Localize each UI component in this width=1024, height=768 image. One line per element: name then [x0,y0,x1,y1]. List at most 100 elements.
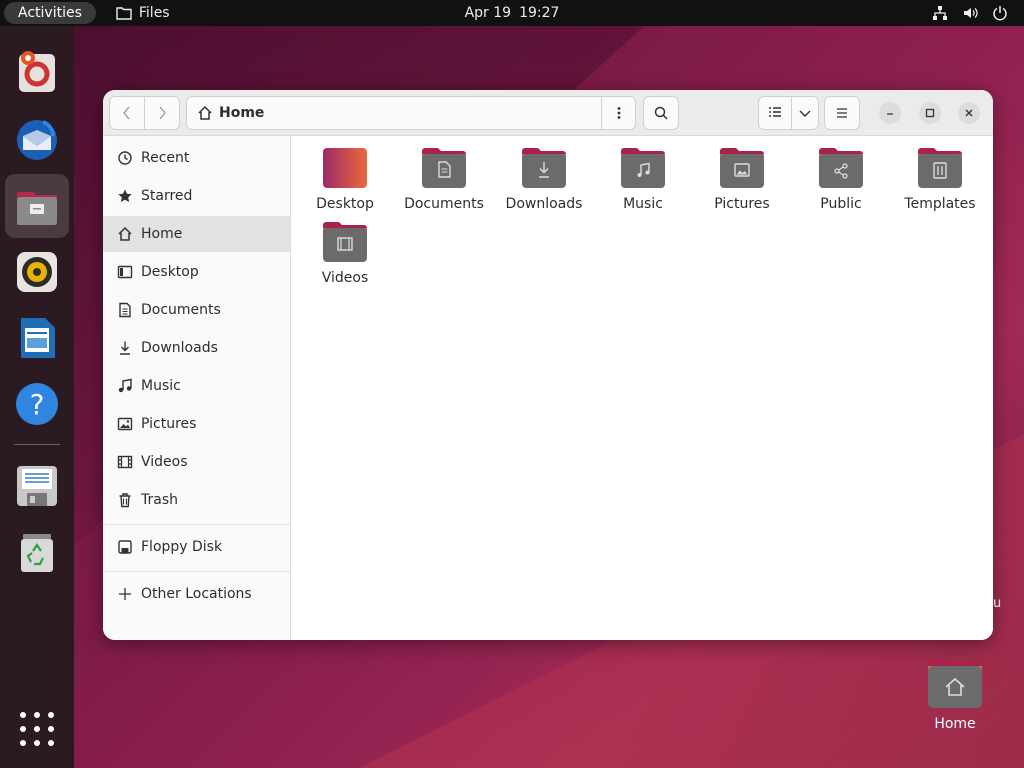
sidebar-item-label: Home [141,226,183,242]
file-item-music[interactable]: Music [595,146,691,218]
trash-icon [21,534,53,572]
file-name: Templates [904,196,976,212]
chevron-down-icon [799,110,811,117]
pictures-folder-icon [720,148,764,188]
chevron-right-icon [159,106,166,120]
sidebar-separator [103,571,290,572]
dock-separator [14,444,60,445]
video-icon [117,455,133,469]
file-name: Pictures [714,196,770,212]
path-menu-button[interactable] [601,97,635,129]
templates-folder-icon [918,148,962,188]
show-apps-button[interactable] [20,712,54,746]
sidebar-item-floppy-disk[interactable]: Floppy Disk [103,529,290,565]
minimize-button[interactable] [879,102,901,124]
dock-floppy-disk[interactable] [5,454,69,518]
maximize-button[interactable] [919,102,941,124]
files-icon [17,192,57,225]
sidebar-item-label: Downloads [141,340,218,356]
public-folder-icon [819,148,863,188]
power-icon [993,6,1007,21]
desktop-icon [117,265,133,279]
network-icon [933,6,947,20]
system-tray[interactable] [932,5,1008,21]
clock[interactable]: Apr 19 19:27 [465,5,560,21]
sidebar-item-starred[interactable]: Starred [103,178,290,214]
header-bar: Home [103,90,993,136]
file-item-pictures[interactable]: Pictures [694,146,790,218]
sidebar-item-label: Other Locations [141,586,252,602]
file-item-templates[interactable]: Templates [892,146,988,218]
sidebar-item-label: Videos [141,454,188,470]
sidebar-item-label: Pictures [141,416,197,432]
view-options-button[interactable] [791,96,819,130]
sidebar-item-pictures[interactable]: Pictures [103,406,290,442]
sidebar-item-home[interactable]: Home [103,216,290,252]
file-name: Videos [321,270,369,286]
view-mode-button[interactable] [758,96,792,130]
top-bar: Activities Files Apr 19 19:27 [0,0,1024,26]
music-folder-icon [621,148,665,188]
sidebar-item-label: Documents [141,302,221,318]
sidebar-item-desktop[interactable]: Desktop [103,254,290,290]
sidebar-item-recent[interactable]: Recent [103,140,290,176]
dock-libreoffice-writer[interactable] [5,306,69,370]
dock-help[interactable]: ? [5,372,69,436]
trash-icon [119,493,131,508]
sidebar-item-videos[interactable]: Videos [103,444,290,480]
chevron-left-icon [123,106,130,120]
sidebar-item-documents[interactable]: Documents [103,292,290,328]
dock-rhythmbox[interactable] [5,240,69,304]
file-name: Music [623,196,663,212]
sidebar-item-other-locations[interactable]: Other Locations [103,576,290,612]
close-button[interactable] [958,102,980,124]
search-button[interactable] [643,96,679,130]
file-item-downloads[interactable]: Downloads [496,146,592,218]
breadcrumb-home[interactable]: Home [219,105,264,121]
lifebuoy-icon [19,51,55,92]
document-icon [119,302,131,318]
sidebar: Recent Starred Home Desktop Documents Do… [103,136,291,640]
writer-icon [21,318,55,358]
vertical-dots-icon [617,107,620,119]
thunderbird-icon [17,120,57,160]
dock-thunderbird[interactable] [5,108,69,172]
dock: ? [0,26,74,768]
file-item-videos[interactable]: Videos [297,220,393,292]
dock-help-lifebuoy[interactable] [5,40,69,104]
activities-button[interactable]: Activities [4,2,96,24]
file-item-documents[interactable]: Documents [396,146,492,218]
file-item-public[interactable]: Public [793,146,889,218]
volume-icon [964,8,978,18]
hamburger-icon [837,108,847,118]
file-name: Documents [404,196,484,212]
sidebar-item-label: Floppy Disk [141,539,223,555]
clock-icon [118,151,132,165]
floppy-icon [17,466,57,506]
desktop-icon-home[interactable]: Home [916,656,994,740]
path-bar[interactable]: Home [186,96,636,130]
search-icon [654,106,668,120]
speaker-icon [17,252,57,292]
desktop-icon-label: Home [934,716,976,732]
sidebar-item-downloads[interactable]: Downloads [103,330,290,366]
file-name: Desktop [316,196,374,212]
desktop-folder-icon [323,148,367,188]
sidebar-item-label: Trash [141,492,178,508]
videos-folder-icon [323,222,367,262]
back-button[interactable] [109,96,145,130]
dock-trash[interactable] [5,520,69,584]
sidebar-item-label: Recent [141,150,190,166]
file-view[interactable]: Desktop Documents Downloads Music Pictur… [292,136,993,640]
sidebar-item-music[interactable]: Music [103,368,290,404]
minimize-icon [887,113,893,115]
sidebar-item-trash[interactable]: Trash [103,482,290,518]
file-name: Public [820,196,862,212]
sidebar-separator [103,524,290,525]
app-menu[interactable]: Files [116,5,170,21]
main-menu-button[interactable] [824,96,860,130]
file-item-desktop[interactable]: Desktop [297,146,393,218]
home-icon [118,226,132,241]
forward-button[interactable] [144,96,180,130]
dock-files[interactable] [5,174,69,238]
